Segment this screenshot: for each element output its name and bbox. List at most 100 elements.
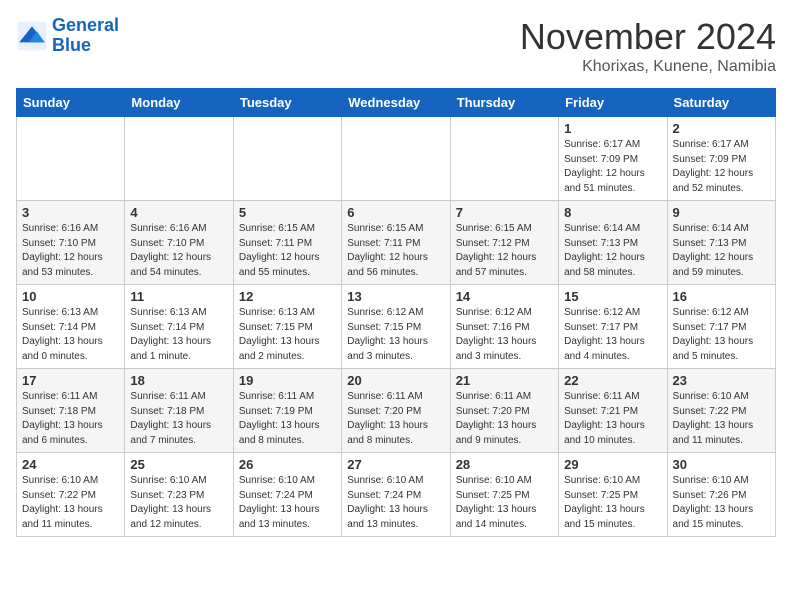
week-row-3: 17 Sunrise: 6:11 AM Sunset: 7:18 PM Dayli… <box>17 369 776 453</box>
day-cell: 13Sunrise: 6:12 AM Sunset: 7:15 PM Dayli… <box>342 285 450 369</box>
day-number: 14 <box>456 289 553 304</box>
day-info: Sunrise: 6:11 AM Sunset: 7:18 PM Dayligh… <box>130 390 227 448</box>
day-cell: 29 Sunrise: 6:10 AM Sunset: 7:25 PM Dayli… <box>559 453 667 537</box>
day-info: Sunrise: 6:12 AM Sunset: 7:17 PM Dayligh… <box>564 306 661 364</box>
day-cell <box>342 117 450 201</box>
day-cell: 26 Sunrise: 6:10 AM Sunset: 7:24 PM Dayli… <box>233 453 341 537</box>
day-cell: 3 Sunrise: 6:16 AM Sunset: 7:10 PM Daylig… <box>17 201 125 285</box>
title-area: November 2024 Khorixas, Kunene, Namibia <box>520 16 776 76</box>
day-info: Sunrise: 6:14 AM Sunset: 7:13 PM Dayligh… <box>673 222 770 280</box>
day-cell: 17 Sunrise: 6:11 AM Sunset: 7:18 PM Dayli… <box>17 369 125 453</box>
header-cell-tuesday: Tuesday <box>233 89 341 117</box>
logo-line1: General <box>52 15 119 35</box>
day-number: 29 <box>564 457 661 472</box>
day-number: 21 <box>456 373 553 388</box>
day-info: Sunrise: 6:12 AM Sunset: 7:17 PM Dayligh… <box>673 306 770 364</box>
day-cell: 23 Sunrise: 6:10 AM Sunset: 7:22 PM Dayli… <box>667 369 775 453</box>
day-number: 6 <box>347 205 444 220</box>
day-info: Sunrise: 6:13 AM Sunset: 7:14 PM Dayligh… <box>130 306 227 364</box>
week-row-1: 3 Sunrise: 6:16 AM Sunset: 7:10 PM Daylig… <box>17 201 776 285</box>
day-number: 30 <box>673 457 770 472</box>
logo: General Blue <box>16 16 119 56</box>
day-info: Sunrise: 6:13 AM Sunset: 7:15 PM Dayligh… <box>239 306 336 364</box>
day-info: Sunrise: 6:10 AM Sunset: 7:23 PM Dayligh… <box>130 474 227 532</box>
day-info: Sunrise: 6:10 AM Sunset: 7:22 PM Dayligh… <box>22 474 119 532</box>
week-row-4: 24 Sunrise: 6:10 AM Sunset: 7:22 PM Dayli… <box>17 453 776 537</box>
day-number: 28 <box>456 457 553 472</box>
day-cell <box>17 117 125 201</box>
header-cell-wednesday: Wednesday <box>342 89 450 117</box>
day-cell: 24 Sunrise: 6:10 AM Sunset: 7:22 PM Dayli… <box>17 453 125 537</box>
day-number: 2 <box>673 121 770 136</box>
day-info: Sunrise: 6:10 AM Sunset: 7:24 PM Dayligh… <box>239 474 336 532</box>
day-info: Sunrise: 6:16 AM Sunset: 7:10 PM Dayligh… <box>130 222 227 280</box>
header-cell-sunday: Sunday <box>17 89 125 117</box>
day-number: 1 <box>564 121 661 136</box>
day-cell: 6 Sunrise: 6:15 AM Sunset: 7:11 PM Daylig… <box>342 201 450 285</box>
day-info: Sunrise: 6:11 AM Sunset: 7:19 PM Dayligh… <box>239 390 336 448</box>
logo-text: General Blue <box>52 16 119 56</box>
day-info: Sunrise: 6:10 AM Sunset: 7:26 PM Dayligh… <box>673 474 770 532</box>
day-number: 11 <box>130 289 227 304</box>
day-cell: 18 Sunrise: 6:11 AM Sunset: 7:18 PM Dayli… <box>125 369 233 453</box>
day-number: 15 <box>564 289 661 304</box>
day-cell: 12 Sunrise: 6:13 AM Sunset: 7:15 PM Dayli… <box>233 285 341 369</box>
logo-line2: Blue <box>52 35 91 55</box>
header-row: SundayMondayTuesdayWednesdayThursdayFrid… <box>17 89 776 117</box>
day-number: 26 <box>239 457 336 472</box>
day-number: 4 <box>130 205 227 220</box>
day-cell <box>233 117 341 201</box>
logo-icon <box>16 20 48 52</box>
day-info: Sunrise: 6:11 AM Sunset: 7:20 PM Dayligh… <box>456 390 553 448</box>
day-number: 7 <box>456 205 553 220</box>
day-number: 18 <box>130 373 227 388</box>
calendar-header: SundayMondayTuesdayWednesdayThursdayFrid… <box>17 89 776 117</box>
day-info: Sunrise: 6:13 AM Sunset: 7:14 PM Dayligh… <box>22 306 119 364</box>
day-number: 17 <box>22 373 119 388</box>
day-cell: 30 Sunrise: 6:10 AM Sunset: 7:26 PM Dayli… <box>667 453 775 537</box>
day-info: Sunrise: 6:17 AM Sunset: 7:09 PM Dayligh… <box>673 138 770 196</box>
day-cell: 25Sunrise: 6:10 AM Sunset: 7:23 PM Dayli… <box>125 453 233 537</box>
day-number: 5 <box>239 205 336 220</box>
day-cell: 22Sunrise: 6:11 AM Sunset: 7:21 PM Dayli… <box>559 369 667 453</box>
day-info: Sunrise: 6:11 AM Sunset: 7:21 PM Dayligh… <box>564 390 661 448</box>
day-number: 19 <box>239 373 336 388</box>
day-cell: 4 Sunrise: 6:16 AM Sunset: 7:10 PM Daylig… <box>125 201 233 285</box>
day-cell: 19 Sunrise: 6:11 AM Sunset: 7:19 PM Dayli… <box>233 369 341 453</box>
header-cell-thursday: Thursday <box>450 89 558 117</box>
day-info: Sunrise: 6:17 AM Sunset: 7:09 PM Dayligh… <box>564 138 661 196</box>
header-cell-monday: Monday <box>125 89 233 117</box>
day-info: Sunrise: 6:12 AM Sunset: 7:15 PM Dayligh… <box>347 306 444 364</box>
week-row-0: 1 Sunrise: 6:17 AM Sunset: 7:09 PM Daylig… <box>17 117 776 201</box>
location-subtitle: Khorixas, Kunene, Namibia <box>520 58 776 76</box>
day-info: Sunrise: 6:15 AM Sunset: 7:11 PM Dayligh… <box>239 222 336 280</box>
day-info: Sunrise: 6:12 AM Sunset: 7:16 PM Dayligh… <box>456 306 553 364</box>
day-cell: 7 Sunrise: 6:15 AM Sunset: 7:12 PM Daylig… <box>450 201 558 285</box>
day-info: Sunrise: 6:15 AM Sunset: 7:11 PM Dayligh… <box>347 222 444 280</box>
day-cell: 20Sunrise: 6:11 AM Sunset: 7:20 PM Dayli… <box>342 369 450 453</box>
day-info: Sunrise: 6:14 AM Sunset: 7:13 PM Dayligh… <box>564 222 661 280</box>
day-cell: 16Sunrise: 6:12 AM Sunset: 7:17 PM Dayli… <box>667 285 775 369</box>
day-cell: 27Sunrise: 6:10 AM Sunset: 7:24 PM Dayli… <box>342 453 450 537</box>
day-info: Sunrise: 6:11 AM Sunset: 7:20 PM Dayligh… <box>347 390 444 448</box>
day-cell: 5 Sunrise: 6:15 AM Sunset: 7:11 PM Daylig… <box>233 201 341 285</box>
day-number: 23 <box>673 373 770 388</box>
day-number: 27 <box>347 457 444 472</box>
day-info: Sunrise: 6:15 AM Sunset: 7:12 PM Dayligh… <box>456 222 553 280</box>
day-cell: 11 Sunrise: 6:13 AM Sunset: 7:14 PM Dayli… <box>125 285 233 369</box>
day-number: 12 <box>239 289 336 304</box>
day-info: Sunrise: 6:10 AM Sunset: 7:25 PM Dayligh… <box>564 474 661 532</box>
header-cell-saturday: Saturday <box>667 89 775 117</box>
day-cell: 2 Sunrise: 6:17 AM Sunset: 7:09 PM Daylig… <box>667 117 775 201</box>
day-info: Sunrise: 6:16 AM Sunset: 7:10 PM Dayligh… <box>22 222 119 280</box>
day-cell: 9Sunrise: 6:14 AM Sunset: 7:13 PM Daylig… <box>667 201 775 285</box>
day-info: Sunrise: 6:10 AM Sunset: 7:22 PM Dayligh… <box>673 390 770 448</box>
day-number: 24 <box>22 457 119 472</box>
header: General Blue November 2024 Khorixas, Kun… <box>16 16 776 76</box>
calendar-table: SundayMondayTuesdayWednesdayThursdayFrid… <box>16 88 776 537</box>
day-cell: 14 Sunrise: 6:12 AM Sunset: 7:16 PM Dayli… <box>450 285 558 369</box>
day-info: Sunrise: 6:11 AM Sunset: 7:18 PM Dayligh… <box>22 390 119 448</box>
day-cell: 10 Sunrise: 6:13 AM Sunset: 7:14 PM Dayli… <box>17 285 125 369</box>
day-number: 10 <box>22 289 119 304</box>
day-number: 3 <box>22 205 119 220</box>
